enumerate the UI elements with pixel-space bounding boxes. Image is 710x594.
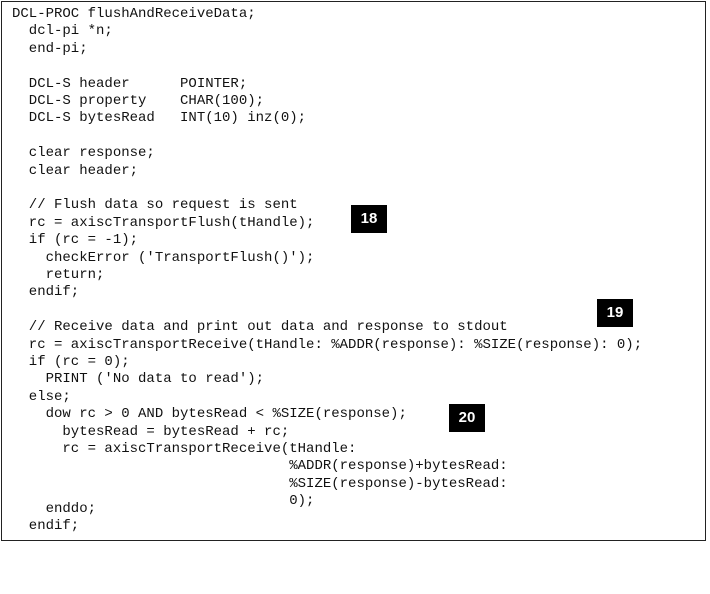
- code-listing: DCL-PROC flushAndReceiveData; dcl-pi *n;…: [2, 2, 707, 542]
- code-line: bytesRead = bytesRead + rc;: [12, 423, 290, 440]
- code-line: DCL-S bytesRead INT(10) inz(0);: [12, 110, 307, 127]
- code-line: // Flush data so request is sent: [12, 197, 298, 214]
- callout-marker-19: 19: [597, 299, 633, 327]
- code-line: PRINT ('No data to read');: [12, 371, 265, 388]
- code-line: enddo;: [12, 501, 97, 517]
- code-line: DCL-S property CHAR(100);: [12, 93, 265, 109]
- code-line: rc = axiscTransportReceive(tHandle: %ADD…: [12, 336, 643, 353]
- code-line: dcl-pi *n;: [12, 23, 113, 40]
- code-line: end-pi;: [12, 40, 88, 57]
- code-line: DCL-PROC flushAndReceiveData;: [12, 6, 256, 22]
- code-listing-frame: DCL-PROC flushAndReceiveData; dcl-pi *n;…: [1, 1, 706, 541]
- code-line: if (rc = -1);: [12, 232, 139, 249]
- code-line: // Receive data and print out data and r…: [12, 319, 508, 336]
- code-line: endif;: [12, 518, 80, 535]
- code-line: if (rc = 0);: [12, 354, 130, 370]
- code-line: dow rc > 0 AND bytesRead < %SIZE(respons…: [12, 406, 407, 423]
- callout-marker-18: 18: [351, 205, 387, 233]
- code-line: clear response;: [12, 145, 155, 162]
- code-line: %ADDR(response)+bytesRead:: [12, 458, 508, 475]
- code-line: endif;: [12, 284, 80, 301]
- code-line: rc = axiscTransportReceive(tHandle:: [12, 441, 357, 457]
- code-line: rc = axiscTransportFlush(tHandle);: [12, 214, 315, 231]
- code-line: return;: [12, 267, 105, 283]
- code-line: clear header;: [12, 162, 139, 179]
- code-line: checkError ('TransportFlush()');: [12, 249, 315, 266]
- code-line: else;: [12, 388, 71, 405]
- code-line: %SIZE(response)-bytesRead:: [12, 475, 508, 492]
- code-line: DCL-S header POINTER;: [12, 75, 248, 92]
- callout-marker-20: 20: [449, 404, 485, 432]
